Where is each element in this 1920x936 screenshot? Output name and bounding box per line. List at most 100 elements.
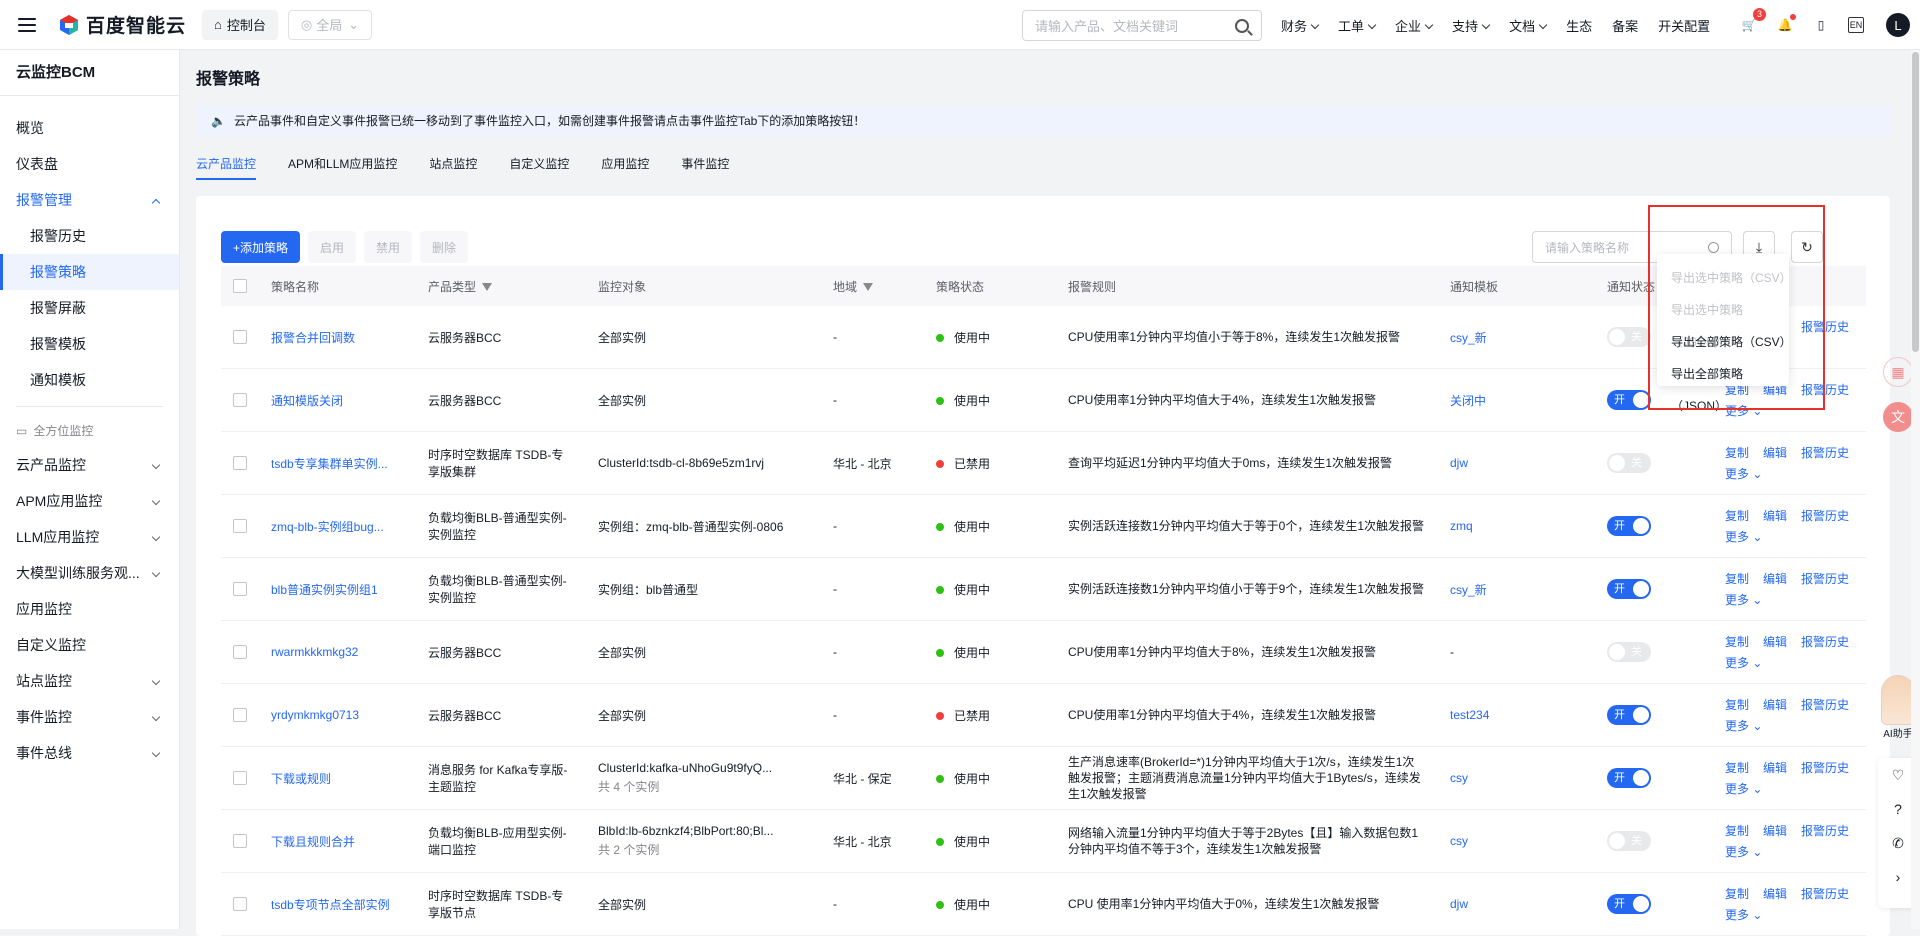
policy-name-link[interactable]: blb普通实例实例组1: [271, 583, 378, 597]
region-select[interactable]: ◎ 全局 ⌄: [287, 9, 373, 40]
sidebar-item-model-training[interactable]: 大模型训练服务观...: [0, 555, 179, 591]
sidebar-item-apm[interactable]: APM应用监控: [0, 483, 179, 519]
row-checkbox[interactable]: [233, 519, 247, 533]
sidebar-item-event-monitor[interactable]: 事件监控: [0, 699, 179, 735]
policy-name-link[interactable]: 下载或规则: [271, 772, 331, 786]
edit-link[interactable]: 编辑: [1763, 446, 1787, 460]
notify-switch[interactable]: 开: [1607, 516, 1651, 536]
sidebar-item-alarm-management[interactable]: 报警管理: [0, 182, 179, 218]
nav-docs[interactable]: 文档: [1509, 16, 1546, 35]
filter-icon[interactable]: [863, 283, 874, 292]
nav-enterprise[interactable]: 企业: [1395, 16, 1432, 35]
notify-switch[interactable]: 关: [1607, 831, 1651, 851]
history-link[interactable]: 报警历史: [1801, 446, 1849, 460]
row-checkbox[interactable]: [233, 708, 247, 722]
sidebar-item-alarm-history[interactable]: 报警历史: [0, 218, 179, 254]
row-checkbox[interactable]: [233, 897, 247, 911]
translate-icon[interactable]: 文: [1883, 402, 1913, 432]
tab-apm-llm[interactable]: APM和LLM应用监控: [288, 148, 397, 180]
sidebar-item-alarm-policy[interactable]: 报警策略: [0, 254, 179, 290]
policy-name-link[interactable]: yrdymkmkg0713: [271, 708, 359, 722]
more-menu[interactable]: 更多 ⌄: [1725, 465, 1866, 482]
edit-link[interactable]: 编辑: [1763, 698, 1787, 712]
copy-link[interactable]: 复制: [1725, 572, 1749, 586]
sidebar-item-custom-monitor[interactable]: 自定义监控: [0, 627, 179, 663]
copy-link[interactable]: 复制: [1725, 761, 1749, 775]
history-link[interactable]: 报警历史: [1801, 824, 1849, 838]
bell-icon[interactable]: 🔔: [1776, 14, 1796, 34]
row-checkbox[interactable]: [233, 582, 247, 596]
nav-support[interactable]: 支持: [1452, 16, 1489, 35]
more-menu[interactable]: 更多 ⌄: [1725, 591, 1866, 608]
notify-template-link[interactable]: djw: [1450, 897, 1468, 911]
notify-switch[interactable]: 关: [1607, 453, 1651, 473]
notify-template-link[interactable]: zmq: [1450, 519, 1473, 533]
nav-switch-config[interactable]: 开关配置: [1658, 16, 1710, 35]
avatar[interactable]: L: [1886, 13, 1910, 37]
edit-link[interactable]: 编辑: [1763, 887, 1787, 901]
policy-name-link[interactable]: 报警合并回调数: [271, 331, 355, 345]
nav-filing[interactable]: 备案: [1612, 16, 1638, 35]
edit-link[interactable]: 编辑: [1763, 509, 1787, 523]
notify-switch[interactable]: 开: [1607, 894, 1651, 914]
sidebar-item-alarm-template[interactable]: 报警模板: [0, 326, 179, 362]
policy-name-link[interactable]: rwarmkkkmkg32: [271, 645, 358, 659]
sidebar-item-overview[interactable]: 概览: [0, 110, 179, 146]
tab-cloud-product[interactable]: 云产品监控: [196, 148, 257, 180]
history-link[interactable]: 报警历史: [1801, 761, 1849, 775]
console-button[interactable]: ⌂ 控制台: [202, 9, 278, 40]
copy-link[interactable]: 复制: [1725, 446, 1749, 460]
copy-link[interactable]: 复制: [1725, 698, 1749, 712]
edit-link[interactable]: 编辑: [1763, 824, 1787, 838]
row-checkbox[interactable]: [233, 645, 247, 659]
enable-button[interactable]: 启用: [308, 231, 357, 263]
history-link[interactable]: 报警历史: [1801, 572, 1849, 586]
copy-link[interactable]: 复制: [1725, 635, 1749, 649]
tab-app[interactable]: 应用监控: [601, 148, 649, 180]
row-checkbox[interactable]: [233, 834, 247, 848]
notify-switch[interactable]: 开: [1607, 768, 1651, 788]
tab-custom[interactable]: 自定义监控: [509, 148, 569, 180]
more-menu[interactable]: 更多 ⌄: [1725, 654, 1866, 671]
search-icon[interactable]: [1235, 18, 1249, 33]
policy-name-link[interactable]: tsdb专享集群单实例...: [271, 457, 388, 471]
sidebar-item-cloud-monitor[interactable]: 云产品监控: [0, 447, 179, 483]
scrollbar[interactable]: [1911, 50, 1920, 929]
notify-template-link[interactable]: djw: [1450, 456, 1468, 470]
sidebar-item-site-monitor[interactable]: 站点监控: [0, 663, 179, 699]
tab-event[interactable]: 事件监控: [681, 148, 729, 180]
more-menu[interactable]: 更多 ⌄: [1725, 843, 1866, 860]
notify-template-link[interactable]: csy_新: [1450, 331, 1487, 345]
row-checkbox[interactable]: [233, 393, 247, 407]
menu-icon[interactable]: [18, 17, 36, 32]
notify-switch[interactable]: 开: [1607, 705, 1651, 725]
filter-icon[interactable]: [482, 283, 493, 292]
row-checkbox[interactable]: [233, 456, 247, 470]
tab-site[interactable]: 站点监控: [429, 148, 477, 180]
copy-link[interactable]: 复制: [1725, 509, 1749, 523]
sidebar-item-alarm-shield[interactable]: 报警屏蔽: [0, 290, 179, 326]
global-search-input[interactable]: 请输入产品、文档关键词: [1022, 10, 1262, 41]
sidebar-item-app-monitor[interactable]: 应用监控: [0, 591, 179, 627]
brand-logo[interactable]: 百度智能云: [58, 11, 186, 38]
more-menu[interactable]: 更多 ⌄: [1725, 717, 1866, 734]
more-menu[interactable]: 更多 ⌄: [1725, 906, 1866, 923]
policy-name-link[interactable]: zmq-blb-实例组bug...: [271, 520, 384, 534]
language-icon[interactable]: EN: [1848, 17, 1864, 33]
edit-link[interactable]: 编辑: [1763, 572, 1787, 586]
row-checkbox[interactable]: [233, 771, 247, 785]
policy-name-link[interactable]: tsdb专项节点全部实例: [271, 898, 390, 912]
cart-icon[interactable]: 🛒 3: [1740, 8, 1766, 34]
notify-template-link[interactable]: csy_新: [1450, 583, 1487, 597]
history-link[interactable]: 报警历史: [1801, 698, 1849, 712]
copy-link[interactable]: 复制: [1725, 887, 1749, 901]
history-link[interactable]: 报警历史: [1801, 509, 1849, 523]
row-checkbox[interactable]: [233, 330, 247, 344]
add-policy-button[interactable]: +添加策略: [221, 231, 301, 263]
copy-link[interactable]: 复制: [1725, 824, 1749, 838]
edit-link[interactable]: 编辑: [1763, 635, 1787, 649]
sidebar-item-event-bus[interactable]: 事件总线: [0, 735, 179, 771]
delete-button[interactable]: 删除: [420, 231, 469, 263]
disable-button[interactable]: 禁用: [364, 231, 413, 263]
clipboard-icon[interactable]: ▯: [1812, 16, 1830, 34]
